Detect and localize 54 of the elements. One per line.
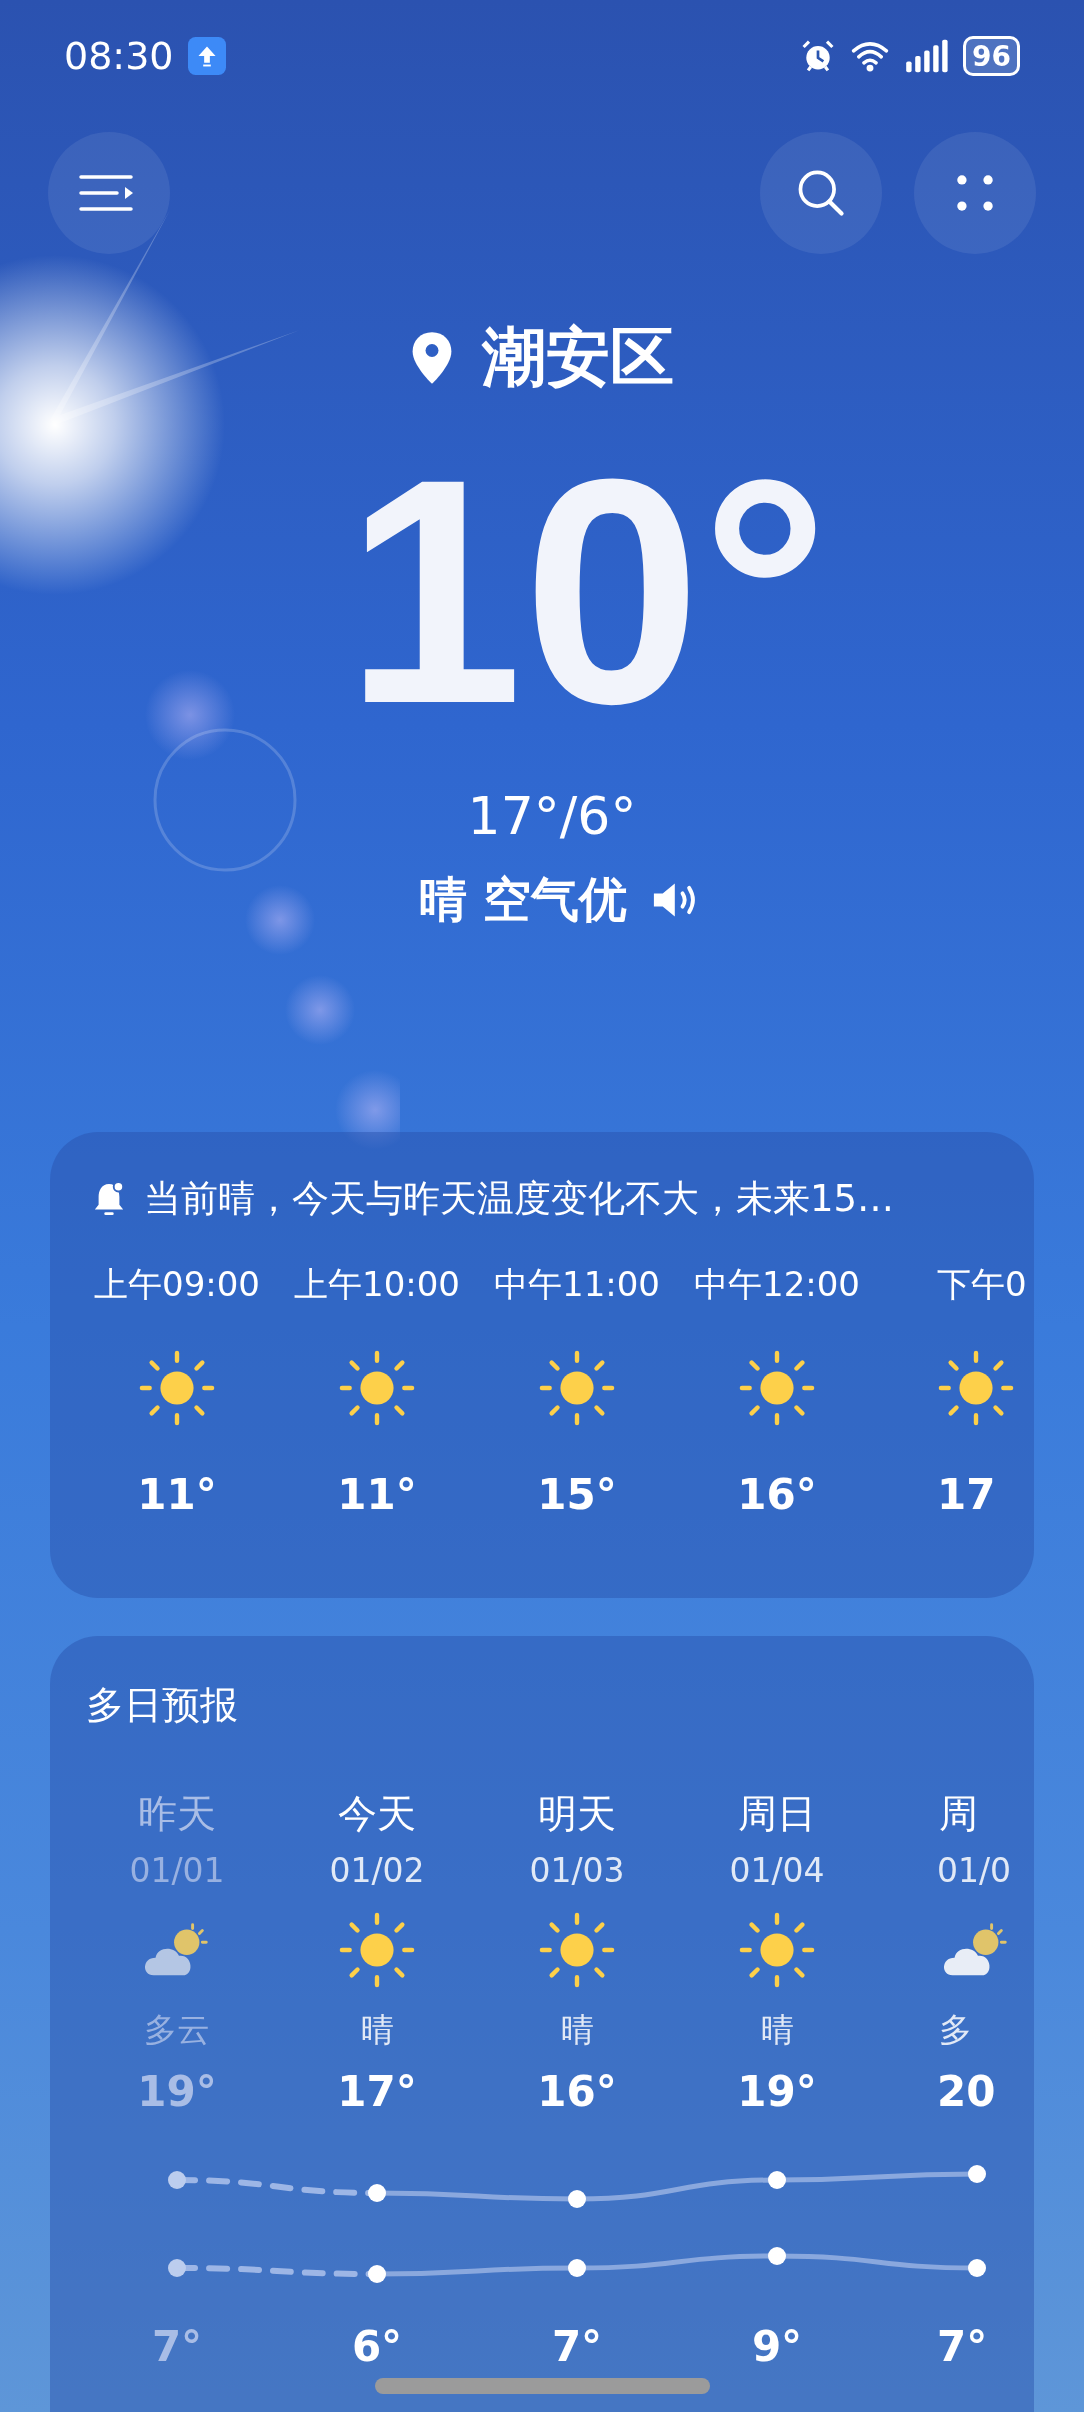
date-label: 01/04 [729, 1851, 825, 1890]
high-temperature: 17° [337, 2067, 417, 2116]
temperature-range: 17°/6° [466, 786, 638, 846]
signal-icon [903, 38, 950, 74]
condition-label: 晴 [560, 2009, 594, 2051]
day-label: 昨天 [138, 1790, 216, 1838]
low-temperature: 7° [151, 2322, 203, 2371]
date-label: 01/0 [937, 1851, 1012, 1890]
low-temperature: 7° [937, 2322, 988, 2371]
location-name: 潮安区 [482, 319, 674, 396]
high-temperature: 20 [937, 2067, 996, 2116]
condition-label: 多云 [144, 2009, 210, 2051]
high-temperature: 19° [737, 2067, 817, 2116]
battery-indicator: 96 [963, 36, 1020, 76]
hour-temperature: 17 [937, 1470, 996, 1519]
sun-icon [937, 1349, 1015, 1427]
weather-summary: 晴 空气优 [418, 870, 628, 929]
date-label: 01/01 [129, 1851, 225, 1890]
upload-icon [187, 37, 226, 75]
sun-icon [538, 1349, 616, 1427]
condition-label: 多 [938, 2009, 972, 2051]
hour-label: 下午0 [937, 1263, 1027, 1306]
low-temperature: 7° [551, 2322, 603, 2371]
sun-icon [538, 1911, 616, 1989]
weather-alert-text: 当前晴，今天与昨天温度变化不大，未来15… [144, 1176, 895, 1222]
sun-icon [738, 1349, 816, 1427]
sun-icon [338, 1349, 416, 1427]
day-label: 周日 [738, 1790, 816, 1838]
low-temperature: 6° [351, 2322, 403, 2371]
sun-icon [738, 1911, 816, 1989]
hour-label: 上午09:00 [94, 1263, 260, 1306]
hour-temperature: 11° [137, 1470, 217, 1519]
hour-temperature: 16° [737, 1470, 817, 1519]
sun-icon [338, 1911, 416, 1989]
hour-temperature: 11° [337, 1470, 417, 1519]
hour-label: 中午11:00 [494, 1263, 660, 1306]
date-label: 01/02 [329, 1851, 425, 1890]
sun-icon [138, 1349, 216, 1427]
high-temperature: 16° [537, 2067, 617, 2116]
low-temperature: 9° [751, 2322, 803, 2371]
clock: 08:30 [64, 34, 174, 78]
day-label: 今天 [338, 1790, 416, 1838]
condition-label: 晴 [360, 2009, 394, 2051]
current-temperature: 10° [344, 431, 830, 751]
hour-label: 上午10:00 [294, 1263, 460, 1306]
hour-label: 中午12:00 [694, 1263, 860, 1306]
day-label: 周 [938, 1790, 978, 1838]
condition-label: 晴 [760, 2009, 794, 2051]
hour-temperature: 15° [537, 1470, 617, 1519]
high-temperature: 19° [137, 2067, 217, 2116]
location-pin-icon [410, 329, 454, 386]
date-label: 01/03 [529, 1851, 625, 1890]
day-label: 明天 [538, 1790, 616, 1838]
card-title: 多日预报 [85, 1682, 239, 1729]
